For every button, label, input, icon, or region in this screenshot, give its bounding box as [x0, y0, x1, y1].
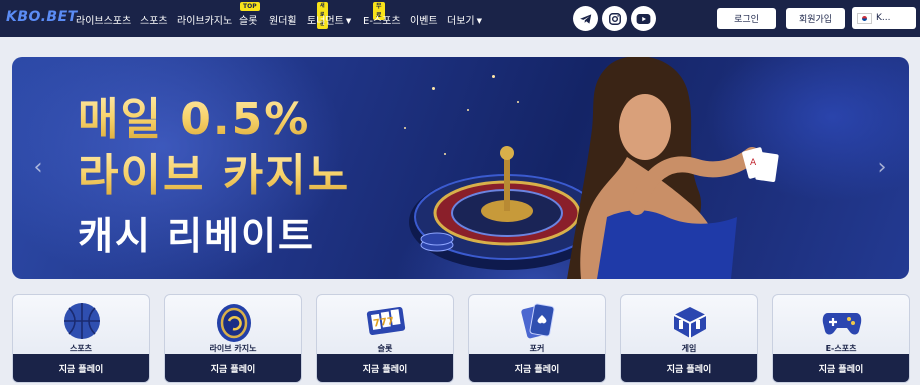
youtube-icon[interactable] — [631, 6, 656, 31]
nav-item-more[interactable]: 더보기 ▼ — [447, 12, 482, 27]
category-card-games[interactable]: 게임 지금 플레이 — [620, 294, 758, 383]
login-button[interactable]: 로그인 — [717, 8, 776, 29]
card-label: E-스포츠 — [825, 344, 857, 353]
banner-headline-line3: 캐시 리베이트 — [78, 214, 315, 258]
banner-headline-line1: 매일 0.5% — [78, 83, 310, 147]
nav-item-live-casino[interactable]: 라이브카지노 — [177, 12, 232, 27]
play-now-button[interactable]: 지금 플레이 — [621, 354, 757, 382]
signup-button[interactable]: 회원가입 — [786, 8, 845, 29]
game-dice-icon — [673, 307, 707, 338]
play-now-button[interactable]: 지금 플레이 — [317, 354, 453, 382]
category-card-sports[interactable]: 스포츠 지금 플레이 — [12, 294, 150, 383]
sparkle-decoration — [432, 87, 435, 90]
sparkle-decoration — [404, 127, 406, 129]
youtube-glyph — [636, 13, 651, 24]
banner-headline-line2: 라이브 카지노 — [78, 139, 350, 203]
telegram-glyph — [579, 13, 591, 24]
play-now-button[interactable]: 지금 플레이 — [773, 354, 909, 382]
play-now-button[interactable]: 지금 플레이 — [469, 354, 605, 382]
slot-machine-icon: 777 — [366, 306, 406, 336]
casino-chip-icon — [217, 304, 251, 342]
nav-item-sports[interactable]: 스포츠 — [140, 12, 168, 27]
nav-item-live-sports[interactable]: 라이브스포츠 — [76, 12, 131, 27]
chevron-down-icon: ▼ — [476, 17, 482, 25]
category-card-poker[interactable]: 포커 지금 플레이 — [468, 294, 606, 383]
language-selected-label: K... — [876, 13, 891, 23]
nav-item-wonder-wheel[interactable]: 원더휠 — [269, 12, 297, 27]
sparkle-decoration — [517, 101, 519, 103]
site-logo[interactable]: KBO.BET — [6, 9, 78, 25]
basketball-icon — [64, 303, 100, 339]
category-card-slots[interactable]: 777 슬롯 지금 플레이 — [316, 294, 454, 383]
card-label: 게임 — [681, 344, 697, 353]
play-now-button[interactable]: 지금 플레이 — [165, 354, 301, 382]
chevron-left-icon[interactable]: ‹ — [30, 152, 46, 182]
card-label: 스포츠 — [69, 344, 93, 353]
gamepad-icon — [822, 313, 862, 335]
promo-banner[interactable]: A 매일 0.5% 라이브 카지노 캐시 리베이트 ‹ › — [12, 57, 909, 279]
instagram-glyph — [608, 12, 621, 25]
instagram-icon[interactable] — [602, 6, 627, 31]
category-card-live-casino[interactable]: 라이브 카지노 지금 플레이 — [164, 294, 302, 383]
card-label: 포커 — [529, 344, 545, 353]
nav-item-tournament[interactable]: 토너먼트 ▼ — [307, 12, 351, 27]
nav-item-esports[interactable]: E-스포츠 — [363, 12, 401, 27]
nav-badge-top: TOP — [240, 2, 260, 11]
sparkle-decoration — [492, 75, 495, 78]
nav-item-slots[interactable]: 슬롯 — [239, 12, 257, 27]
play-now-button[interactable]: 지금 플레이 — [13, 354, 149, 382]
korea-flag-icon — [857, 12, 872, 24]
nav-item-events[interactable]: 이벤트 — [410, 12, 438, 27]
language-select[interactable]: K... — [852, 7, 916, 29]
chevron-right-icon[interactable]: › — [874, 152, 890, 182]
dealer-woman-illustration: A — [567, 57, 779, 279]
top-navbar: KBO.BET 라이브스포츠 스포츠 라이브카지노 TOP 슬롯 원더휠 새로운… — [0, 0, 920, 37]
svg-text:A: A — [750, 158, 757, 168]
telegram-icon[interactable] — [573, 6, 598, 31]
chevron-down-icon: ▼ — [345, 17, 352, 25]
category-card-esports[interactable]: E-스포츠 지금 플레이 — [772, 294, 910, 383]
playing-cards-icon — [521, 303, 555, 339]
card-label: 라이브 카지노 — [209, 344, 257, 353]
card-label: 슬롯 — [377, 344, 393, 353]
sparkle-decoration — [467, 109, 469, 111]
